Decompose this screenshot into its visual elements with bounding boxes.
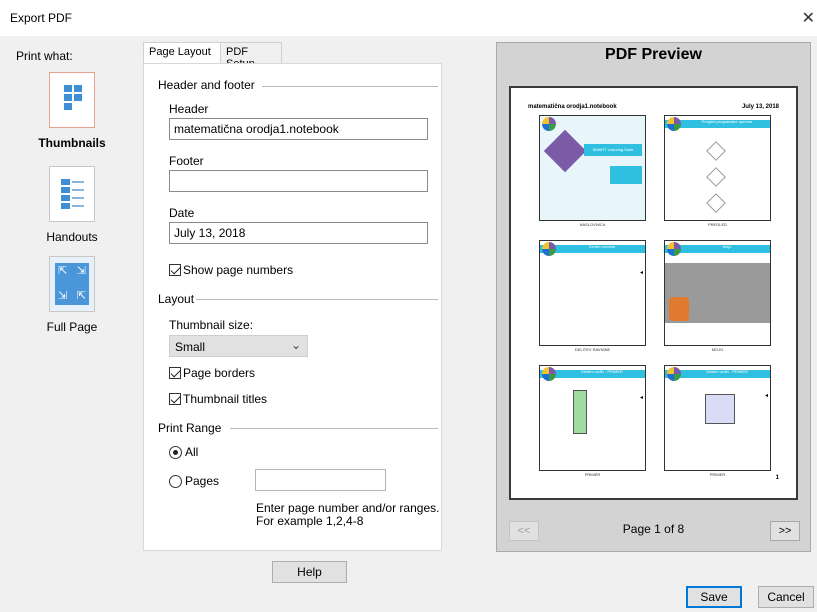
- radio-selected-icon: [169, 445, 182, 459]
- cancel-button[interactable]: Cancel: [758, 586, 814, 608]
- preview-thumbnail: Delitev ravnine ◂: [539, 240, 646, 346]
- checkbox-checked-icon: [169, 393, 181, 405]
- print-range-group-label: Print Range: [158, 421, 222, 435]
- group-divider: [262, 86, 438, 87]
- group-divider: [196, 299, 438, 300]
- pdf-preview: PDF Preview matematična orodja1.notebook…: [496, 42, 811, 552]
- group-divider: [230, 428, 438, 429]
- range-hint-line2: For example 1,2,4-8: [256, 514, 364, 528]
- handouts-label: Handouts: [46, 230, 98, 244]
- range-pages-label: Pages: [185, 474, 220, 488]
- chevron-down-icon: ⌄: [290, 338, 301, 352]
- arrow-icon: ◂: [764, 393, 768, 399]
- footer-input[interactable]: [169, 170, 428, 192]
- header-label: Header: [169, 102, 209, 116]
- preview-page: matematična orodja1.notebook July 13, 20…: [509, 86, 798, 500]
- full-page-label: Full Page: [46, 320, 98, 334]
- range-pages-radio[interactable]: Pages: [169, 474, 219, 488]
- thumbnail-caption: PREGLED: [707, 222, 728, 227]
- show-page-numbers-checkbox[interactable]: Show page numbers: [169, 263, 293, 277]
- thumbnail-title: SMART Learning Suite: [584, 144, 642, 156]
- footer-label: Footer: [169, 154, 204, 168]
- thumbnail-size-label: Thumbnail size:: [169, 318, 254, 332]
- preview-header-right: July 13, 2018: [741, 104, 779, 110]
- thumbnail-caption: MOJO: [711, 347, 724, 352]
- header-footer-group-label: Header and footer: [158, 78, 255, 92]
- preview-thumbnail: Delitev vzdih - PRIMER ◂: [664, 365, 771, 471]
- smart-logo-icon: [667, 367, 681, 381]
- thumbnail-titles-label: Thumbnail titles: [183, 392, 268, 406]
- page-borders-label: Page borders: [183, 366, 256, 380]
- next-page-button[interactable]: >>: [770, 521, 800, 541]
- arrow-icon: ◂: [639, 270, 643, 276]
- preview-header-left: matematična orodja1.notebook: [528, 104, 617, 110]
- thumbnail-caption: NASLOVNICA: [579, 222, 606, 227]
- thumbnail-caption: PRIMER: [709, 472, 726, 477]
- checkbox-checked-icon: [169, 264, 181, 276]
- thumbnail-title: Mojo: [722, 244, 732, 249]
- thumbnails-option[interactable]: Thumbnails: [27, 72, 117, 150]
- preview-pager: << Page 1 of 8 >>: [497, 509, 810, 551]
- layout-group-label: Layout: [158, 292, 195, 306]
- smart-logo-icon: [542, 117, 556, 131]
- checkbox-checked-icon: [169, 367, 181, 379]
- save-button[interactable]: Save: [686, 586, 742, 608]
- thumbnails-label: Thumbnails: [38, 136, 106, 150]
- preview-thumbnail: Mojo: [664, 240, 771, 346]
- smart-logo-icon: [542, 367, 556, 381]
- handouts-layout-icon: [49, 166, 95, 222]
- print-what-label: Print what:: [16, 49, 73, 63]
- preview-thumbnail: Pregled programske opreme: [664, 115, 771, 221]
- thumbnail-title: Delitev vzdih - PRIMER: [581, 369, 623, 374]
- thumbnail-title: Delitev vzdih - PRIMER: [706, 369, 748, 374]
- date-input[interactable]: July 13, 2018: [169, 222, 428, 244]
- preview-thumbnail: SMART Learning Suite: [539, 115, 646, 221]
- full-page-layout-icon: ⇱ ⇲ ⇲ ⇱: [49, 256, 95, 312]
- full-page-option[interactable]: ⇱ ⇲ ⇲ ⇱ Full Page: [27, 256, 117, 334]
- thumbnail-title: Pregled programske opreme: [701, 119, 753, 124]
- preview-page-number: 1: [775, 475, 779, 481]
- radio-unselected-icon: [169, 474, 182, 488]
- thumbnail-size-select[interactable]: Small ⌄: [169, 335, 308, 357]
- smart-logo-icon: [667, 242, 681, 256]
- date-label: Date: [169, 206, 195, 220]
- show-page-numbers-label: Show page numbers: [183, 263, 294, 277]
- arrow-icon: ◂: [639, 395, 643, 401]
- page-indicator: Page 1 of 8: [622, 522, 685, 536]
- range-all-radio[interactable]: All: [169, 445, 198, 459]
- window-title: Export PDF: [10, 11, 73, 25]
- help-button[interactable]: Help: [272, 561, 347, 583]
- title-bar: Export PDF ✕: [0, 0, 817, 36]
- thumbnail-titles-checkbox[interactable]: Thumbnail titles: [169, 392, 267, 406]
- thumbnails-layout-icon: [49, 72, 95, 128]
- smart-logo-icon: [542, 242, 556, 256]
- page-borders-checkbox[interactable]: Page borders: [169, 366, 255, 380]
- page-layout-panel: Header and footer Header matematična oro…: [143, 63, 442, 551]
- close-icon[interactable]: ✕: [802, 8, 815, 28]
- pages-range-input[interactable]: [255, 469, 386, 491]
- tab-pdf-setup[interactable]: PDF Setup: [220, 42, 282, 70]
- preview-thumbnail: Delitev vzdih - PRIMER ◂: [539, 365, 646, 471]
- thumbnail-size-value: Small: [175, 340, 206, 354]
- thumbnail-caption: DELITEV RAVNINE: [574, 347, 611, 352]
- smart-logo-icon: [667, 117, 681, 131]
- range-all-label: All: [185, 445, 199, 459]
- thumbnail-title: Delitev ravnine: [588, 244, 616, 249]
- handouts-option[interactable]: Handouts: [27, 166, 117, 244]
- header-input[interactable]: matematična orodja1.notebook: [169, 118, 428, 140]
- thumbnail-caption: PRIMER: [584, 472, 601, 477]
- tab-page-layout[interactable]: Page Layout: [143, 42, 221, 65]
- preview-title: PDF Preview: [605, 46, 702, 63]
